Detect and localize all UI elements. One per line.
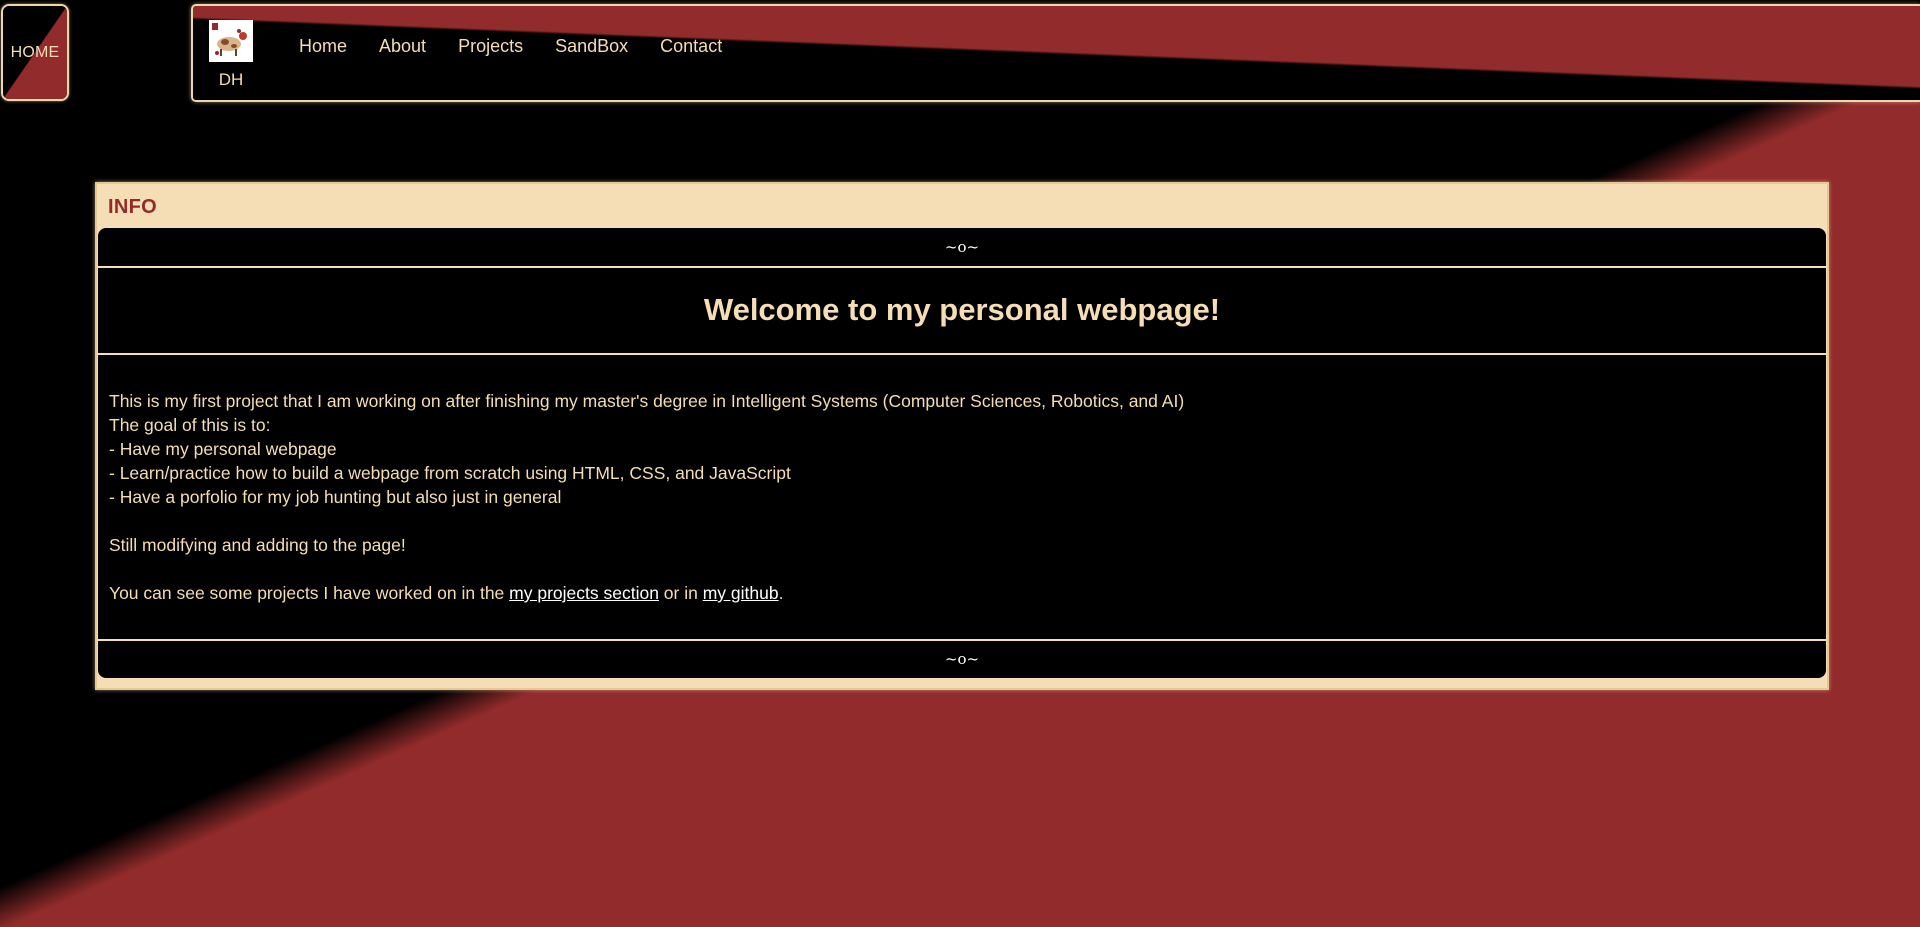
home-button[interactable]: HOME xyxy=(1,4,69,101)
welcome-heading: Welcome to my personal webpage! xyxy=(703,292,1221,327)
info-panel-content: ~o~ Welcome to my personal webpage! This… xyxy=(98,228,1826,678)
info-panel: INFO ~o~ Welcome to my personal webpage!… xyxy=(95,182,1829,690)
info-panel-title: INFO xyxy=(108,196,157,218)
goal-item: - Have my personal webpage xyxy=(109,439,337,459)
divider-ornament-top: ~o~ xyxy=(944,238,980,256)
logo-cow-illustration xyxy=(209,20,253,62)
home-button-label: HOME xyxy=(10,43,60,61)
nav-link-projects[interactable]: Projects xyxy=(458,35,523,57)
goal-item: - Have a porfolio for my job hunting but… xyxy=(109,487,562,507)
nav-link-sandbox[interactable]: SandBox xyxy=(555,35,628,57)
status-note: Still modifying and adding to the page! xyxy=(109,535,406,555)
intro-line: This is my first project that I am worki… xyxy=(109,391,1185,411)
github-link[interactable]: my github xyxy=(703,583,779,603)
divider-line xyxy=(98,266,1826,268)
intro-text: This is my first project that I am worki… xyxy=(109,389,1184,605)
projects-line-prefix: You can see some projects I have worked … xyxy=(109,583,510,603)
nav-links: Home About Projects SandBox Contact xyxy=(299,35,754,57)
nav-link-home[interactable]: Home xyxy=(299,35,347,57)
nav-link-contact[interactable]: Contact xyxy=(660,35,722,57)
my-projects-link[interactable]: my projects section xyxy=(509,583,659,603)
logo-initials[interactable]: DH xyxy=(209,70,253,90)
divider-ornament-bottom: ~o~ xyxy=(944,650,980,668)
top-navbar: DH Home About Projects SandBox Contact xyxy=(191,4,1920,102)
projects-line-suffix: . xyxy=(778,583,784,603)
projects-line-middle: or in xyxy=(658,583,703,603)
intro-line: The goal of this is to: xyxy=(109,415,271,435)
logo-image[interactable] xyxy=(209,20,253,62)
goal-item: - Learn/practice how to build a webpage … xyxy=(109,463,791,483)
divider-line xyxy=(98,353,1826,355)
projects-line: You can see some projects I have worked … xyxy=(109,581,1184,605)
divider-line xyxy=(98,639,1826,641)
nav-link-about[interactable]: About xyxy=(379,35,426,57)
